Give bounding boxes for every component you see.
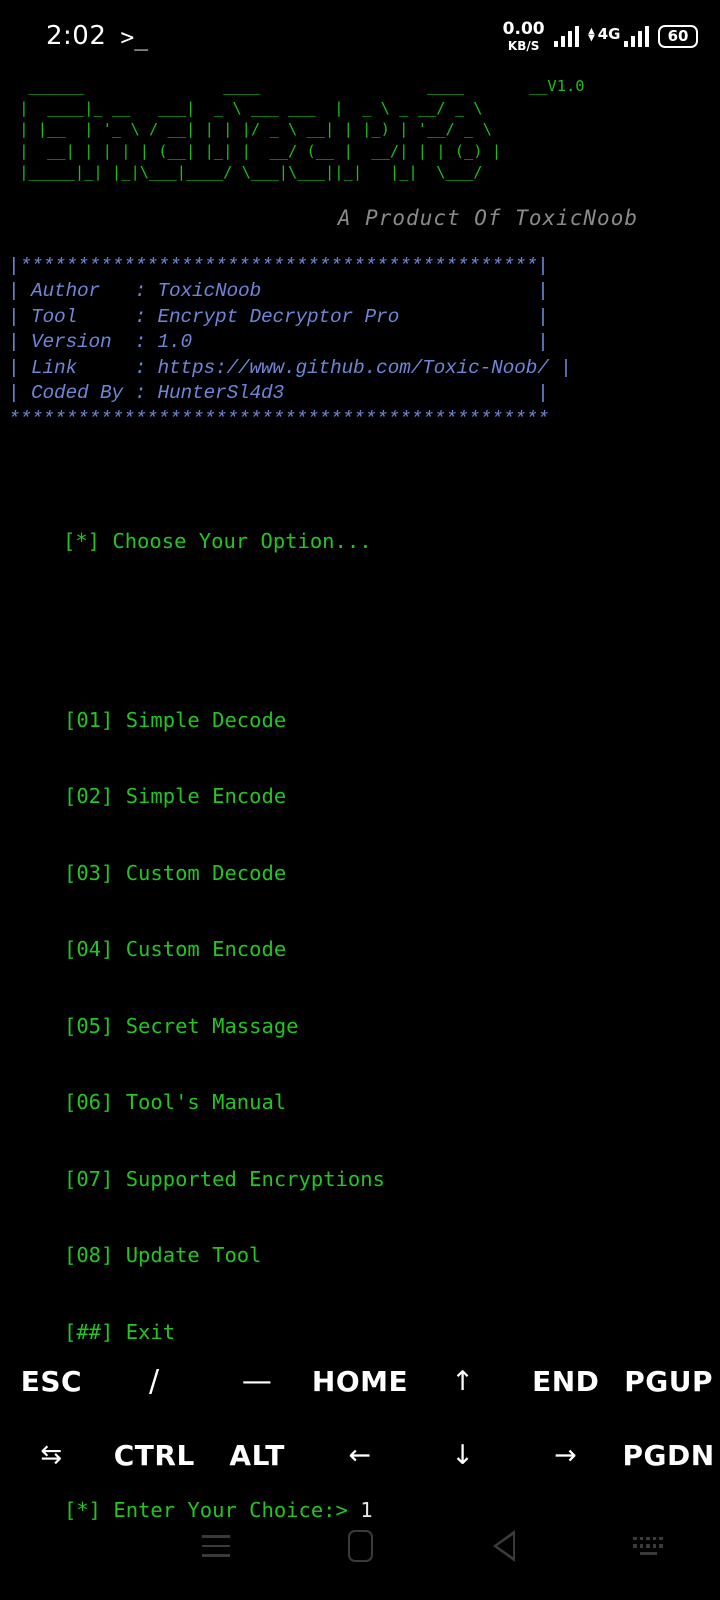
- android-nav-bar: [0, 1492, 720, 1600]
- status-bar: 2:02 >_ 0.00 KB/S ▲ ▼ 4G 60: [0, 0, 720, 72]
- ascii-art-banner: ______ ____ ____ __V1.0 | ____|_ __ ___|…: [19, 77, 585, 181]
- menu-item-02[interactable]: [02] Simple Encode: [8, 784, 712, 810]
- menu-item-07[interactable]: [07] Supported Encryptions: [8, 1167, 712, 1193]
- menu-item-01-label: Simple Decode: [125, 707, 287, 732]
- extra-keys-row-1: ESC / — HOME ↑ END PGUP: [0, 1344, 720, 1418]
- status-bar-left: 2:02 >_: [46, 21, 148, 51]
- menu-item-03-label: Custom Decode: [125, 860, 287, 885]
- menu-item-08[interactable]: [08] Update Tool: [8, 1243, 712, 1269]
- key-ctrl[interactable]: CTRL: [103, 1439, 206, 1472]
- network-speed-value: 0.00: [502, 18, 545, 39]
- nav-recents-button[interactable]: [144, 1535, 288, 1557]
- tool-info-box: |***************************************…: [8, 254, 572, 430]
- menu-item-05-label: Secret Massage: [125, 1013, 299, 1038]
- key-home[interactable]: HOME: [309, 1365, 412, 1398]
- key-arrow-left-icon[interactable]: ←: [309, 1440, 412, 1471]
- key-pgup[interactable]: PGUP: [617, 1365, 720, 1398]
- recents-icon: [202, 1535, 230, 1557]
- menu-item-03[interactable]: [03] Custom Decode: [8, 861, 712, 887]
- menu-item-06-key: [06]: [64, 1090, 114, 1114]
- menu-item-04[interactable]: [04] Custom Encode: [8, 937, 712, 963]
- key-tab-icon[interactable]: ⇆: [0, 1440, 103, 1470]
- nav-back-button[interactable]: [432, 1530, 576, 1562]
- key-esc[interactable]: ESC: [0, 1365, 103, 1398]
- battery-level-label: 60: [667, 27, 689, 45]
- menu-item-05[interactable]: [05] Secret Massage: [8, 1014, 712, 1040]
- key-arrow-right-icon[interactable]: →: [514, 1440, 617, 1471]
- signal-bars-sim2-icon: ▲ ▼ 4G: [588, 25, 649, 47]
- key-slash[interactable]: /: [103, 1364, 206, 1399]
- status-bar-right: 0.00 KB/S ▲ ▼ 4G 60: [502, 18, 698, 53]
- keyboard-icon: [633, 1536, 663, 1556]
- menu-heading: [*] Choose Your Option...: [63, 529, 372, 553]
- nav-home-button[interactable]: [288, 1530, 432, 1562]
- menu-item-01[interactable]: [01] Simple Decode: [8, 708, 712, 734]
- menu-item-01-key: [01]: [64, 707, 114, 732]
- phone-screen: 2:02 >_ 0.00 KB/S ▲▼ 4G 60 ______ ____: [0, 0, 720, 1600]
- menu-spacer-1: [8, 606, 712, 632]
- nav-keyboard-button[interactable]: [576, 1536, 720, 1556]
- key-dash[interactable]: —: [206, 1364, 309, 1399]
- menu-item-07-key: [07]: [64, 1166, 114, 1191]
- menu-item-04-key: [04]: [64, 937, 114, 961]
- menu-item-08-label: Update Tool: [125, 1243, 262, 1267]
- network-speed: 0.00 KB/S: [502, 18, 545, 53]
- menu-item-exit-label: Exit: [125, 1319, 176, 1344]
- menu-item-02-label: Simple Encode: [125, 784, 287, 808]
- key-end[interactable]: END: [514, 1365, 617, 1398]
- menu-item-06[interactable]: [06] Tool's Manual: [8, 1090, 712, 1116]
- extra-keys-bar: ESC / — HOME ↑ END PGUP ⇆ CTRL ALT ← ↓ →…: [0, 1344, 720, 1492]
- key-arrow-down-icon[interactable]: ↓: [411, 1440, 514, 1471]
- extra-keys-row-2: ⇆ CTRL ALT ← ↓ → PGDN: [0, 1418, 720, 1492]
- menu-item-exit-key: [##]: [64, 1319, 114, 1344]
- banner-subtitle: A Product Of ToxicNoob: [337, 205, 638, 230]
- menu-item-06-label: Tool's Manual: [125, 1090, 287, 1114]
- menu-item-02-key: [02]: [64, 784, 114, 808]
- network-type-label: 4G: [597, 25, 621, 43]
- menu-item-04-label: Custom Encode: [125, 937, 287, 961]
- battery-icon: 60: [658, 24, 698, 48]
- signal-bars-sim1-icon: [553, 25, 580, 47]
- terminal-icon: >_: [120, 25, 149, 51]
- menu-item-08-key: [08]: [64, 1243, 114, 1267]
- home-icon: [347, 1530, 373, 1562]
- key-pgdn[interactable]: PGDN: [617, 1439, 720, 1472]
- menu-item-exit[interactable]: [##] Exit: [8, 1320, 712, 1346]
- menu-item-07-label: Supported Encryptions: [125, 1166, 385, 1191]
- menu-item-03-key: [03]: [64, 860, 114, 885]
- network-speed-unit: KB/S: [507, 38, 540, 53]
- key-alt[interactable]: ALT: [206, 1439, 309, 1472]
- menu-item-05-key: [05]: [64, 1013, 114, 1038]
- status-clock: 2:02: [46, 21, 107, 51]
- back-icon: [493, 1530, 515, 1562]
- key-arrow-up-icon[interactable]: ↑: [411, 1366, 514, 1397]
- data-transfer-arrows-icon: ▲ ▼: [588, 24, 595, 44]
